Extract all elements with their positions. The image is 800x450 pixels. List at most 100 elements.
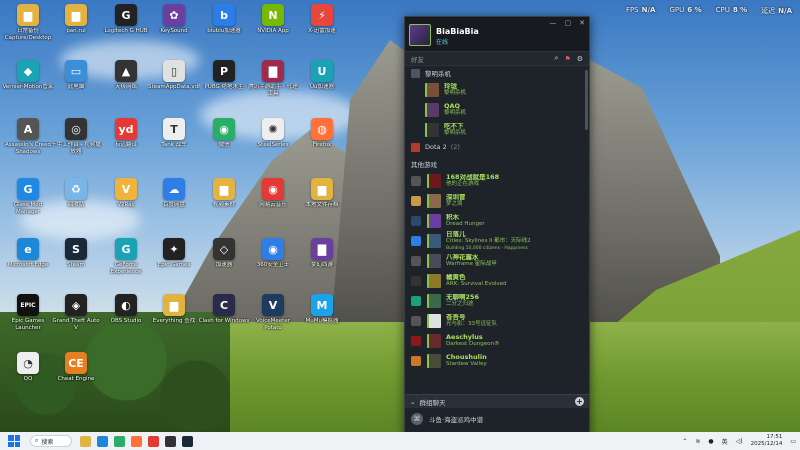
desktop-icon[interactable]: M MuMu模拟器 [298,294,346,325]
desktop-icon[interactable]: ◍ Firefox [298,118,346,149]
wifi-icon[interactable]: ≋ [695,438,700,445]
friend-item[interactable]: 橘黄色 ARK: Survival Evolved [405,271,589,291]
friend-item[interactable]: 八神花露水 Warframe 星际战甲 [405,251,589,271]
app-icon: ▯ [163,60,185,82]
friend-item[interactable]: 玲珑 黎明杀机 [405,80,589,100]
desktop-icon-label: Assassin's Creed Shadows [5,142,51,155]
friend-item[interactable]: 168对战就是168 他的正在游戏 [405,171,589,191]
taskbar-app-icon[interactable] [114,435,125,447]
desktop-icon[interactable]: ◐ OBS Studio [102,294,150,325]
desktop-icon[interactable]: CE Cheat Engine [52,352,100,383]
friend-item[interactable]: QAQ 黎明杀机 [405,100,589,120]
desktop-icon[interactable]: yd 有道翻译 [102,118,150,149]
desktop-icon[interactable]: V V2Ray [102,178,150,209]
microphone-icon[interactable]: ● [708,438,713,445]
desktop-icon[interactable]: ◔ QQ [4,352,52,383]
desktop-icon[interactable]: A Assassin's Creed Shadows [4,118,52,155]
group-chat-header[interactable]: ⌄ 群组聊天 + [405,394,589,408]
desktop-icon[interactable]: ▇ 梦幻西游 [298,238,346,269]
desktop-icon[interactable]: ✿ KeySound [150,4,198,35]
desktop-icon[interactable]: ▆ 日常备份 Capture/Desktop [4,4,52,41]
volume-icon[interactable]: ◁) [736,438,743,445]
minimize-icon[interactable]: — [550,19,557,27]
friend-item[interactable]: 苍吾号 光与影：33号远征队 [405,311,589,331]
desktop-icon[interactable]: ⚡ X-迅雷加速 [298,4,346,35]
friend-item[interactable]: Aeschylus Darkest Dungeon® [405,331,589,351]
desktop-icon-label: 腾讯手游助手 - 代理工具 [248,84,298,97]
desktop-icon[interactable]: ♻ 回收站 [52,178,100,209]
taskbar-app-icon[interactable] [97,435,108,447]
group-chat-item[interactable]: ⌘ 斗鱼·海盗派鸡中谱 [405,408,589,430]
friends-scrollbar[interactable] [585,70,588,130]
taskbar-app-icon[interactable] [131,435,142,447]
settings-gear-icon[interactable]: ⚙ [577,55,583,63]
ime-indicator[interactable]: 英 [722,437,728,446]
desktop-icon[interactable]: ◇ 加速器 [200,238,248,269]
friend-item[interactable]: Choushulin Stardew Valley [405,351,589,371]
friend-item[interactable]: 吃不下 黎明杀机 [405,120,589,140]
add-friend-icon[interactable]: ⚑ [564,55,570,63]
friend-item[interactable]: 日落儿 Cities: Skylines II 都市：天际线2 Building 1… [405,231,589,251]
desktop-icon[interactable]: G Glass Mod Manager [4,178,52,215]
desktop-icon[interactable]: ✦ Epic Games [150,238,198,269]
desktop-icon[interactable]: T Tank 战车 [150,118,198,149]
desktop-icon[interactable]: V VoiceMeeter Potato [249,294,297,331]
desktop-icon[interactable]: ◎ 千牛工作台 - 视频播放器 [51,118,101,155]
chevron-up-icon[interactable]: ⌃ [682,438,687,445]
desktop-icon-label: SteelSeries [257,142,289,148]
taskbar-app-icon[interactable] [165,435,176,447]
friend-item[interactable]: 无聊啊256 二分之归途 [405,291,589,311]
username[interactable]: BiaBiaBia [436,27,479,36]
taskbar-app-icon[interactable] [148,435,159,447]
desktop-icon-label: 本地文件存档 [305,202,339,208]
desktop-icon[interactable]: U Uu加速器 [298,60,346,91]
desktop-icon[interactable]: b biubiu加速器 [200,4,248,35]
desktop-icon[interactable]: ▯ SteamAppData.vdf [148,60,200,91]
desktop-icon-label: 百度网盘 [162,202,185,208]
maximize-icon[interactable]: ▢ [565,19,572,27]
desktop-icon[interactable]: N NVIDIA App [249,4,297,35]
taskbar-app-icon[interactable] [80,435,91,447]
desktop-icon[interactable]: ▇ 腾讯手游助手 - 代理工具 [248,60,298,97]
friend-avatar [427,274,441,288]
desktop-icon[interactable]: S Steam [52,238,100,269]
desktop-icon[interactable]: ◉ 360安全卫士 [249,238,297,269]
desktop-icon[interactable]: ▲ 天极网络 [102,60,150,91]
friend-item[interactable]: 积木 Dread Hunger [405,211,589,231]
close-icon[interactable]: ✕ [579,19,585,27]
app-icon: ▆ [65,4,87,26]
desktop-icon[interactable]: ◆ Vernier-Motion管家 [3,60,53,91]
friend-item[interactable]: 深圳冒 梦之境 [405,191,589,211]
desktop-icon[interactable]: ▭ 此电脑 [52,60,100,91]
desktop-icon[interactable]: ▆ 本地文件存档 [298,178,346,209]
desktop-icon[interactable]: ◈ Grand Theft Auto V [52,294,100,331]
desktop-icon[interactable]: ▆ 视频素材 [200,178,248,209]
user-avatar[interactable] [409,24,431,46]
friends-list[interactable]: 黎明杀机 玲珑 黎明杀机 QAQ 黎明杀机 吃不下 黎明杀机 Dota 2 (2) 其他游戏 168… [405,66,589,394]
taskbar-app-icon[interactable] [182,435,193,447]
friend-group-header[interactable]: 黎明杀机 [405,66,589,80]
desktop-icon[interactable]: e Microsoft Edge [4,238,52,269]
desktop-icon[interactable]: C Clash for Windows [199,294,249,325]
game-icon [411,176,421,186]
app-icon: ✿ [163,4,185,26]
search-icon[interactable]: ⌕ [555,54,559,63]
desktop-icon[interactable]: EPIC Epic Games Launcher [4,294,52,331]
taskbar-search[interactable]: ⌕ 搜索 [30,435,72,447]
desktop-icon[interactable]: G GeForce Experience [102,238,150,275]
desktop-icon[interactable]: ▆ Everything 查找 [150,294,198,325]
desktop-icon[interactable]: ✺ SteelSeries [249,118,297,149]
notification-icon[interactable]: ▭ [790,438,796,445]
desktop-icon[interactable]: ◉ 网易云音乐 [249,178,297,209]
friends-search-row[interactable]: 好友 ⌕ ⚑ ⚙ [405,51,589,66]
desktop-icon[interactable]: ▆ pan.rui [52,4,100,35]
desktop-icon[interactable]: ◉ 微信 [200,118,248,149]
taskbar-clock[interactable]: 17:51 2025/12/14 [751,434,783,448]
desktop-icon[interactable]: ☁ 百度网盘 [150,178,198,209]
start-button[interactable] [8,435,20,447]
desktop-icon[interactable]: G Logitech G HUB [102,4,150,35]
add-chat-button[interactable]: + [575,397,584,406]
steam-title-bar[interactable]: BiaBiaBia 在线 — ▢ ✕ [405,17,589,51]
friend-group-header[interactable]: Dota 2 (2) [405,140,589,154]
desktop-icon[interactable]: P PUBG 绝地求生 [200,60,248,91]
